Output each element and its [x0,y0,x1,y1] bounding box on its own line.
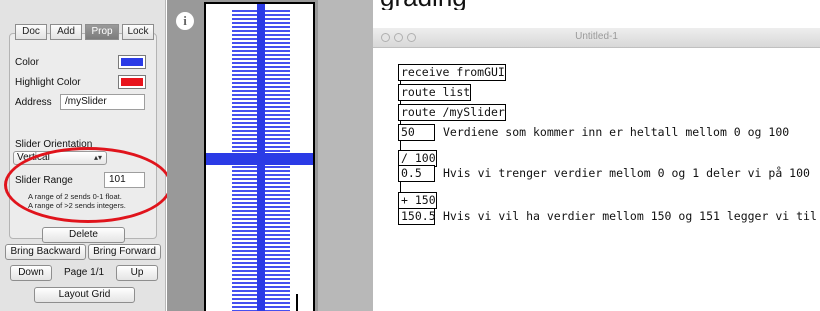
comment-offset: Hvis vi vil ha verdier mellom 150 og 151… [443,209,820,223]
delete-button[interactable]: Delete [42,227,125,243]
obj-route-myslider[interactable]: route /mySlider [398,104,506,121]
tab-doc[interactable]: Doc [15,24,47,40]
number-box-normalized[interactable]: 0.5 [398,165,435,182]
pd-window-titlebar[interactable]: Untitled-1 [373,28,820,48]
wire [400,182,401,192]
info-icon[interactable]: i [176,12,194,30]
highlight-swatch-fill [121,78,143,86]
number-box-raw[interactable]: 50 [398,124,435,141]
obj-add-150[interactable]: + 150 [398,192,437,209]
slider-resize-edge[interactable] [296,294,298,311]
color-swatch[interactable] [118,55,146,69]
bring-backward-button[interactable]: Bring Backward [5,244,86,260]
layout-grid-button[interactable]: Layout Grid [34,287,135,303]
red-annotation-ellipse [4,147,172,223]
slider-handle[interactable] [206,153,313,165]
canvas-right-margin [318,0,373,311]
page-indicator: Page 1/1 [64,267,105,278]
address-label: Address [15,97,52,108]
tab-add[interactable]: Add [50,24,82,40]
bring-forward-button[interactable]: Bring Forward [88,244,161,260]
comment-normalized: Hvis vi trenger verdier mellom 0 og 1 de… [443,166,810,180]
comment-integers: Verdiene som kommer inn er heltall mello… [443,125,790,139]
obj-route-list[interactable]: route list [398,84,472,101]
tab-prop[interactable]: Prop [85,24,119,40]
color-swatch-fill [121,58,143,66]
obj-receive[interactable]: receive fromGUI [398,64,506,81]
wire [400,141,401,150]
highlight-color-swatch[interactable] [118,75,146,89]
address-field[interactable]: /mySlider [60,94,145,110]
highlight-color-label: Highlight Color [15,77,81,88]
number-box-offset[interactable]: 150.5 [398,208,436,225]
color-label: Color [15,57,39,68]
pd-window-title: Untitled-1 [575,31,618,42]
page-up-button[interactable]: Up [116,265,158,281]
top-heading-text: grading [380,0,467,10]
tab-lock[interactable]: Lock [122,24,154,40]
page-down-button[interactable]: Down [10,265,52,281]
vertical-slider[interactable] [204,2,315,311]
